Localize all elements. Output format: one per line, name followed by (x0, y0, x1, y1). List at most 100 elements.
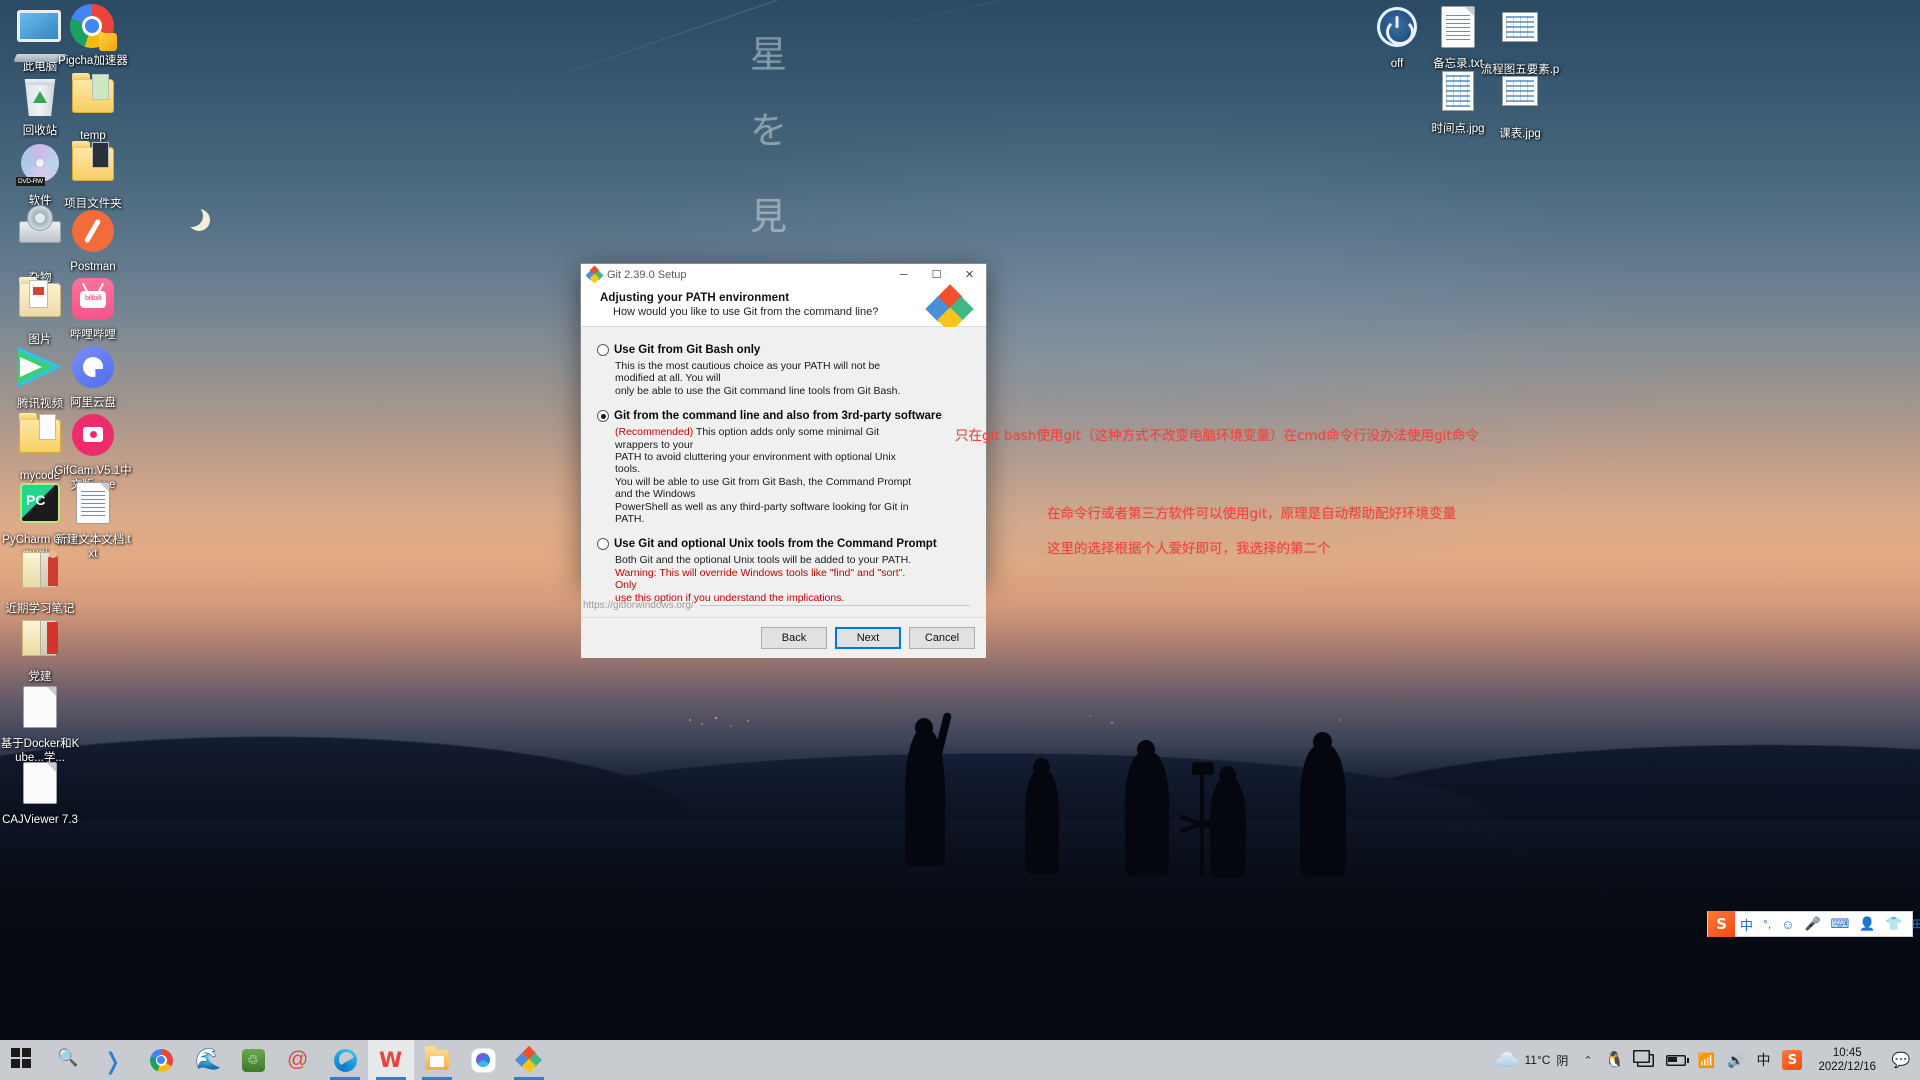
chrome-button[interactable] (138, 1040, 184, 1080)
ime-skin-icon[interactable]: 👕 (1881, 911, 1907, 937)
sougou-ime-toolbar[interactable]: S 中 °, ☺ 🎤 ⌨ 👤 👕 ⊞ (1707, 911, 1920, 937)
back-button[interactable]: Back (761, 627, 827, 650)
bilibili-icon: bilibili (70, 278, 116, 324)
page-title: Adjusting your PATH environment (600, 292, 790, 304)
radio-unix-tools-command-prompt[interactable] (597, 538, 609, 551)
dialog-title: Git 2.39.0 Setup (607, 268, 687, 281)
explorer-button[interactable] (414, 1040, 460, 1080)
snail-button[interactable]: @ (276, 1040, 322, 1080)
camera-silhouette (1192, 762, 1214, 775)
notes-folder-icon (17, 550, 63, 598)
image-file-icon (1497, 77, 1543, 123)
option-description: Both Git and the optional Unix tools wil… (615, 554, 922, 604)
battery-tray-icon[interactable] (1660, 1040, 1692, 1080)
navicat-icon: 🌊 (195, 1048, 222, 1071)
env-button[interactable]: ♲ (230, 1040, 276, 1080)
ime-keyboard-icon[interactable]: ⌨ (1826, 911, 1855, 937)
action-center-button[interactable]: 💬 (1886, 1040, 1916, 1080)
start-button[interactable] (0, 1040, 46, 1080)
ime-user-icon[interactable]: 👤 (1854, 911, 1880, 937)
desktop-icon-study-notes[interactable]: 近期学习笔记 (0, 548, 80, 616)
cloud-disk-icon (471, 1048, 495, 1072)
volume-tray-icon[interactable]: 🔊 (1721, 1040, 1750, 1080)
wps-button[interactable]: W (368, 1040, 414, 1080)
desc-line: Both Git and the optional Unix tools wil… (615, 554, 912, 567)
display-tray-icon[interactable] (1631, 1040, 1660, 1080)
desktop-icon-temp[interactable]: temp (53, 72, 133, 143)
option-unix-tools-command-prompt[interactable]: Use Git and optional Unix tools from the… (597, 538, 970, 604)
sougou-tray-icon[interactable]: S (1776, 1040, 1808, 1080)
sougou-logo-icon[interactable]: S (1708, 911, 1735, 937)
ime-chinese-mode-icon[interactable]: 中 (1735, 911, 1758, 937)
gitforwindows-url: https://gitforwindows.org/ (583, 600, 988, 611)
desktop-icon-schedule-jpg[interactable]: 课表.jpg (1480, 68, 1560, 141)
url-text: https://gitforwindows.org/ (583, 600, 694, 612)
person-head (1219, 766, 1236, 784)
annotation-text: 这里的选择根据个人爱好即可，我选择的第二个 (1047, 541, 1331, 557)
wps-icon: W (379, 1048, 403, 1072)
git-setup-dialog[interactable]: Git 2.39.0 Setup ─ ☐ ✕ Adjusting your PA… (580, 263, 987, 659)
desktop-icon-postman[interactable]: Postman (53, 208, 133, 274)
close-button[interactable]: ✕ (953, 264, 986, 285)
network-tray-icon[interactable]: 📶 (1692, 1040, 1721, 1080)
cloud-disk-button[interactable] (460, 1040, 506, 1080)
desktop-icon-cajviewer[interactable]: CAJViewer 7.3 (0, 760, 80, 827)
vscode-button[interactable]: ❭ (92, 1040, 138, 1080)
radio-command-line-and-3rd-party[interactable] (597, 410, 609, 423)
ime-punctuation-icon[interactable]: °, (1758, 911, 1776, 937)
desc-line: PATH to avoid cluttering your environmen… (615, 451, 896, 476)
desc-line: This is the most cautious choice as your… (615, 360, 881, 385)
annotation-text: 在命令行或者第三方软件可以使用git，原理是自动帮助配好环境变量 (1047, 506, 1457, 522)
desktop-icon-bilibili[interactable]: bilibili 哔哩哔哩 (53, 276, 133, 342)
pigcha-accelerator-icon (70, 4, 117, 51)
minimize-button[interactable]: ─ (887, 264, 920, 285)
desktop-icon-party-building[interactable]: 党建 (0, 616, 80, 684)
option-git-bash-only[interactable]: Use Git from Git Bash only This is the m… (597, 344, 970, 397)
option-command-line-and-3rd-party[interactable]: Git from the command line and also from … (597, 410, 970, 525)
folder-icon (70, 73, 116, 125)
git-setup-button[interactable] (506, 1040, 552, 1080)
desktop-icon-project-folder[interactable]: 项目文件夹 (53, 140, 133, 211)
ime-microphone-icon[interactable]: 🎤 (1799, 911, 1825, 937)
navicat-button[interactable]: 🌊 (184, 1040, 230, 1080)
desc-line: only be able to use the Git command line… (615, 384, 901, 397)
environment-icon: ♲ (241, 1048, 265, 1072)
recommended-tag: (Recommended) (615, 426, 694, 439)
git-logo-icon (585, 265, 604, 284)
separator-line (699, 605, 970, 607)
next-button[interactable]: Next (835, 627, 901, 650)
desktop[interactable]: 星 を 見 此电脑 Pigcha加速器 回收站 temp DVD-RW 软件 项… (0, 0, 1920, 1080)
git-icon (514, 1045, 543, 1074)
show-hidden-icons-button[interactable]: ⌃ (1577, 1040, 1598, 1080)
desktop-icon-aliyun-drive[interactable]: 阿里云盘 (53, 344, 133, 410)
option-title: Use Git from Git Bash only (614, 344, 761, 356)
text-document-icon (1435, 7, 1481, 53)
city-lights (0, 690, 1920, 750)
image-file-icon (1435, 72, 1481, 118)
folder-icon (70, 141, 116, 193)
postman-icon (70, 210, 116, 256)
cancel-button[interactable]: Cancel (909, 627, 975, 650)
radio-git-bash-only[interactable] (597, 344, 609, 356)
weather-widget[interactable]: 11°C 阴 (1490, 1040, 1577, 1080)
maximize-button[interactable]: ☐ (920, 264, 953, 285)
person-silhouette (1210, 778, 1246, 878)
ime-toolbox-icon[interactable]: ⊞ (1907, 911, 1920, 937)
vscode-icon: ❭ (103, 1048, 123, 1074)
ime-emoji-icon[interactable]: ☺ (1776, 911, 1799, 937)
desktop-icon-docker-kube-doc[interactable]: 基于Docker和Kube...学... (0, 684, 80, 765)
person-head (915, 718, 933, 738)
desktop-icon-pigcha[interactable]: Pigcha加速器 (53, 4, 133, 68)
ime-language-indicator[interactable]: 中 (1750, 1040, 1776, 1080)
clock-time: 10:45 (1832, 1047, 1862, 1059)
clock-widget[interactable]: 10:45 2022/12/16 (1808, 1040, 1886, 1080)
cloud-icon (1496, 1052, 1519, 1067)
qq-tray-icon[interactable]: 🐧 (1599, 1040, 1631, 1080)
edge-icon (333, 1048, 357, 1072)
dialog-titlebar[interactable]: Git 2.39.0 Setup ─ ☐ ✕ (581, 264, 986, 285)
edge-button[interactable] (322, 1040, 368, 1080)
document-icon (17, 687, 63, 733)
search-button[interactable]: 🔍 (46, 1040, 92, 1080)
taskbar[interactable]: 🔍 ❭ 🌊 ♲ @ W 11°C 阴 ⌃ 🐧 📶 🔊 中 S 10:45 202… (0, 1040, 1920, 1080)
wallpaper-kanji: 星 (750, 33, 789, 76)
